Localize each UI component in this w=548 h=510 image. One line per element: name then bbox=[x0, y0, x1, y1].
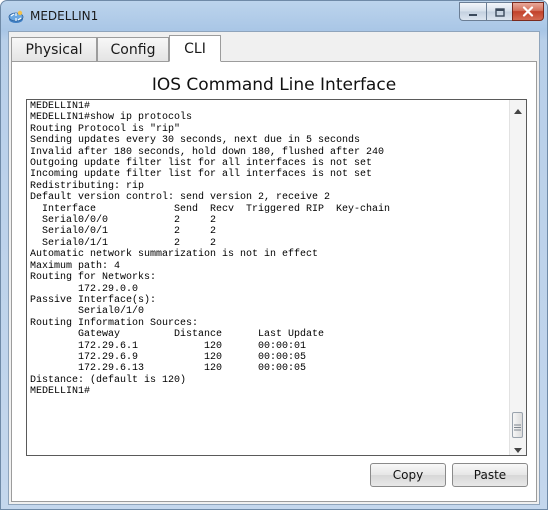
scroll-down-button[interactable] bbox=[510, 439, 526, 455]
close-icon bbox=[522, 2, 534, 21]
title-bar[interactable]: MEDELLIN1 bbox=[1, 1, 547, 31]
cli-panel: IOS Command Line Interface MEDELLIN1# ME… bbox=[11, 61, 537, 502]
scroll-thumb[interactable] bbox=[512, 412, 523, 438]
tab-cli[interactable]: CLI bbox=[169, 35, 221, 62]
panel-title: IOS Command Line Interface bbox=[151, 75, 397, 95]
close-button[interactable] bbox=[512, 2, 544, 21]
device-window: MEDELLIN1 Physical Config CLI IOS Comman… bbox=[0, 0, 548, 510]
tab-container: Physical Config CLI IOS Command Line Int… bbox=[8, 31, 540, 505]
copy-button[interactable]: Copy bbox=[370, 463, 446, 487]
terminal-console[interactable]: MEDELLIN1# MEDELLIN1#show ip protocols R… bbox=[26, 99, 527, 456]
paste-button[interactable]: Paste bbox=[452, 463, 528, 487]
scroll-down-arrow-icon bbox=[514, 438, 522, 456]
terminal-output[interactable]: MEDELLIN1# MEDELLIN1#show ip protocols R… bbox=[30, 101, 508, 398]
maximize-button[interactable] bbox=[486, 2, 512, 21]
tab-config[interactable]: Config bbox=[97, 37, 169, 61]
router-app-icon bbox=[8, 9, 24, 23]
maximize-icon bbox=[494, 2, 505, 21]
minimize-button[interactable] bbox=[459, 2, 486, 21]
scroll-up-arrow-icon bbox=[514, 100, 522, 118]
tab-physical[interactable]: Physical bbox=[11, 37, 97, 61]
scroll-up-button[interactable] bbox=[510, 100, 526, 116]
terminal-scrollbar[interactable] bbox=[509, 100, 526, 455]
grip-icon bbox=[514, 416, 521, 435]
minimize-icon bbox=[468, 2, 478, 21]
window-title: MEDELLIN1 bbox=[30, 9, 99, 23]
